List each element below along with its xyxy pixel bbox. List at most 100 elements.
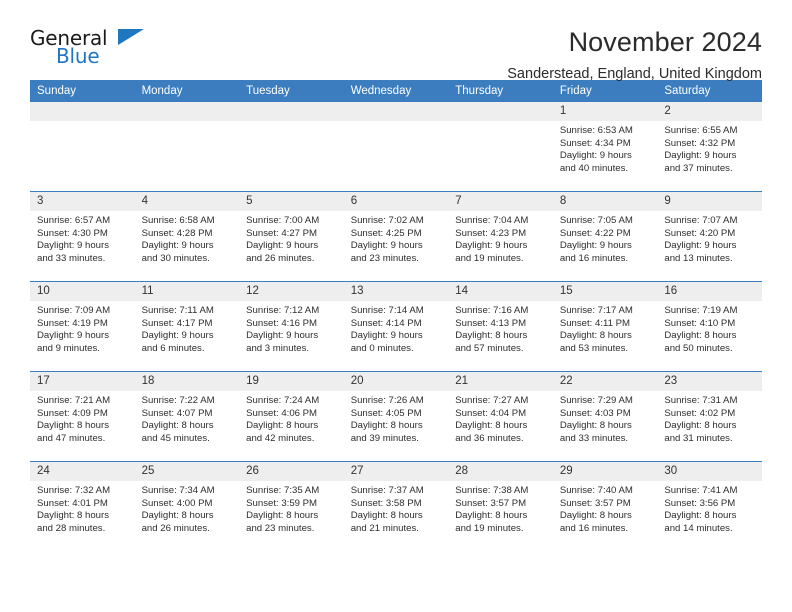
daylight-text-line1: Daylight: 8 hours: [350, 510, 423, 522]
sunrise-text: Sunrise: 7:31 AM: [664, 395, 738, 406]
day-number: 8: [552, 192, 658, 211]
general-blue-logo[interactable]: General Blue: [30, 26, 145, 72]
daylight-text-line2: and 3 minutes.: [246, 342, 310, 354]
day-number: 19: [239, 372, 344, 391]
calendar-day-cell[interactable]: 25 Sunrise: 7:34 AM Sunset: 4:00 PM Dayligh…: [134, 461, 240, 551]
day-number: 28: [448, 462, 553, 481]
day-number: 9: [657, 192, 762, 211]
sunrise-text: Sunrise: 7:19 AM: [664, 305, 738, 316]
day-details: Sunrise: 7:17 AM Sunset: 4:11 PM Daylight:…: [553, 301, 658, 355]
calendar-day-cell[interactable]: 24 Sunrise: 7:32 AM Sunset: 4:01 PM Dayligh…: [30, 461, 135, 551]
day-number: 24: [30, 462, 135, 481]
day-details: Sunrise: 7:35 AM Sunset: 3:59 PM Daylight:…: [239, 481, 344, 535]
day-number: 12: [239, 282, 344, 301]
calendar-day-cell[interactable]: 29 Sunrise: 7:40 AM Sunset: 3:57 PM Dayligh…: [552, 461, 658, 551]
sunrise-text: Sunrise: 7:21 AM: [37, 395, 111, 406]
daylight-text-line2: and 30 minutes.: [141, 252, 210, 264]
daylight-text-line2: and 26 minutes.: [141, 522, 210, 534]
daylight-text-line1: Daylight: 8 hours: [455, 420, 528, 432]
day-number: 16: [657, 282, 762, 301]
daylight-text-line1: Daylight: 8 hours: [246, 510, 319, 522]
sunset-text: Sunset: 4:34 PM: [559, 137, 631, 149]
sunrise-text: Sunrise: 7:40 AM: [559, 485, 633, 496]
daylight-text-line1: Daylight: 8 hours: [141, 420, 214, 432]
calendar-day-cell[interactable]: 22 Sunrise: 7:29 AM Sunset: 4:03 PM Dayligh…: [552, 371, 658, 462]
calendar-week-row: 24 Sunrise: 7:32 AM Sunset: 4:01 PM Dayligh…: [30, 461, 762, 551]
logo-text-blue: Blue: [56, 44, 100, 68]
calendar-day-cell[interactable]: 19 Sunrise: 7:24 AM Sunset: 4:06 PM Dayligh…: [239, 371, 344, 462]
daylight-text-line1: Daylight: 8 hours: [455, 510, 528, 522]
sunset-text: Sunset: 4:30 PM: [37, 227, 108, 239]
daylight-text-line1: Daylight: 8 hours: [664, 510, 737, 522]
day-details: Sunrise: 6:57 AM Sunset: 4:30 PM Daylight:…: [30, 211, 135, 265]
calendar-day-cell[interactable]: 6 Sunrise: 7:02 AM Sunset: 4:25 PM Daylight…: [343, 191, 449, 282]
calendar-day-cell[interactable]: 17 Sunrise: 7:21 AM Sunset: 4:09 PM Dayligh…: [30, 371, 135, 462]
calendar-day-cell[interactable]: 16 Sunrise: 7:19 AM Sunset: 4:10 PM Dayligh…: [657, 281, 762, 372]
daylight-text-line1: Daylight: 8 hours: [664, 420, 737, 432]
calendar-day-cell[interactable]: 11 Sunrise: 7:11 AM Sunset: 4:17 PM Dayligh…: [134, 281, 240, 372]
sunrise-text: Sunrise: 7:22 AM: [141, 395, 215, 406]
calendar-day-cell[interactable]: 4 Sunrise: 6:58 AM Sunset: 4:28 PM Daylight…: [134, 191, 240, 282]
sunrise-text: Sunrise: 7:35 AM: [246, 485, 320, 496]
calendar-day-cell[interactable]: 14 Sunrise: 7:16 AM Sunset: 4:13 PM Dayligh…: [448, 281, 553, 372]
calendar-day-cell[interactable]: 27 Sunrise: 7:37 AM Sunset: 3:58 PM Dayligh…: [343, 461, 449, 551]
day-number: [134, 102, 240, 121]
calendar-day-cell[interactable]: 20 Sunrise: 7:26 AM Sunset: 4:05 PM Dayligh…: [343, 371, 449, 462]
day-number: 30: [657, 462, 762, 481]
day-number: 21: [448, 372, 553, 391]
daylight-text-line1: Daylight: 9 hours: [246, 330, 319, 342]
day-number: 7: [448, 192, 553, 211]
day-details: Sunrise: 7:34 AM Sunset: 4:00 PM Daylight:…: [135, 481, 240, 535]
sunset-text: Sunset: 4:32 PM: [664, 137, 736, 149]
calendar-day-cell[interactable]: 8 Sunrise: 7:05 AM Sunset: 4:22 PM Daylight…: [552, 191, 658, 282]
day-details: Sunrise: 7:32 AM Sunset: 4:01 PM Daylight:…: [30, 481, 135, 535]
calendar-day-cell[interactable]: 26 Sunrise: 7:35 AM Sunset: 3:59 PM Dayligh…: [239, 461, 344, 551]
daylight-text-line1: Daylight: 9 hours: [664, 240, 737, 252]
calendar-day-cell[interactable]: 30 Sunrise: 7:41 AM Sunset: 3:56 PM Dayligh…: [657, 461, 762, 551]
day-details: Sunrise: 7:21 AM Sunset: 4:09 PM Daylight:…: [30, 391, 135, 445]
daylight-text-line1: Daylight: 9 hours: [559, 240, 632, 252]
daylight-text-line2: and 33 minutes.: [37, 252, 106, 264]
day-details: Sunrise: 7:05 AM Sunset: 4:22 PM Daylight:…: [553, 211, 658, 265]
daylight-text-line2: and 0 minutes.: [350, 342, 414, 354]
calendar-day-cell[interactable]: 7 Sunrise: 7:04 AM Sunset: 4:23 PM Daylight…: [448, 191, 553, 282]
day-number: 11: [134, 282, 240, 301]
calendar-day-cell[interactable]: 23 Sunrise: 7:31 AM Sunset: 4:02 PM Dayligh…: [657, 371, 762, 462]
calendar-day-cell[interactable]: 15 Sunrise: 7:17 AM Sunset: 4:11 PM Dayligh…: [552, 281, 658, 372]
sunrise-text: Sunrise: 7:38 AM: [455, 485, 529, 496]
sunrise-text: Sunrise: 7:05 AM: [559, 215, 633, 226]
daylight-text-line2: and 16 minutes.: [559, 522, 629, 534]
sunset-text: Sunset: 3:58 PM: [350, 497, 422, 509]
sunset-text: Sunset: 4:03 PM: [559, 407, 631, 419]
day-number: 1: [552, 102, 658, 121]
sunrise-text: Sunrise: 6:57 AM: [37, 215, 111, 226]
calendar-day-cell[interactable]: 12 Sunrise: 7:12 AM Sunset: 4:16 PM Dayligh…: [239, 281, 344, 372]
calendar-day-cell[interactable]: 1 Sunrise: 6:53 AM Sunset: 4:34 PM Daylight…: [552, 102, 658, 192]
sunset-text: Sunset: 4:04 PM: [455, 407, 527, 419]
sunset-text: Sunset: 3:57 PM: [559, 497, 631, 509]
calendar-day-cell[interactable]: 3 Sunrise: 6:57 AM Sunset: 4:30 PM Daylight…: [30, 191, 135, 282]
calendar-day-cell[interactable]: 13 Sunrise: 7:14 AM Sunset: 4:14 PM Dayligh…: [343, 281, 449, 372]
calendar-day-cell[interactable]: 2 Sunrise: 6:55 AM Sunset: 4:32 PM Daylight…: [657, 102, 762, 192]
day-details: Sunrise: 7:38 AM Sunset: 3:57 PM Daylight:…: [448, 481, 553, 535]
calendar-day-cell[interactable]: 28 Sunrise: 7:38 AM Sunset: 3:57 PM Dayligh…: [448, 461, 553, 551]
calendar-day-cell[interactable]: 21 Sunrise: 7:27 AM Sunset: 4:04 PM Dayligh…: [448, 371, 553, 462]
day-details: Sunrise: 7:16 AM Sunset: 4:13 PM Daylight:…: [448, 301, 553, 355]
calendar-day-cell[interactable]: 5 Sunrise: 7:00 AM Sunset: 4:27 PM Daylight…: [239, 191, 344, 282]
sunrise-text: Sunrise: 7:41 AM: [664, 485, 738, 496]
calendar-day-cell[interactable]: 10 Sunrise: 7:09 AM Sunset: 4:19 PM Dayligh…: [30, 281, 135, 372]
sunrise-text: Sunrise: 7:27 AM: [455, 395, 529, 406]
day-details: Sunrise: 7:22 AM Sunset: 4:07 PM Daylight:…: [135, 391, 240, 445]
day-details: Sunrise: 7:40 AM Sunset: 3:57 PM Daylight:…: [553, 481, 658, 535]
calendar-cell-empty: [134, 102, 240, 192]
sunrise-text: Sunrise: 6:53 AM: [559, 125, 633, 136]
daylight-text-line2: and 6 minutes.: [141, 342, 205, 354]
calendar-day-cell[interactable]: 18 Sunrise: 7:22 AM Sunset: 4:07 PM Dayligh…: [134, 371, 240, 462]
daylight-text-line2: and 19 minutes.: [455, 252, 524, 264]
daylight-text-line1: Daylight: 9 hours: [141, 240, 214, 252]
daylight-text-line2: and 23 minutes.: [246, 522, 315, 534]
calendar-week-row: 1 Sunrise: 6:53 AM Sunset: 4:34 PM Daylight…: [30, 102, 762, 192]
sunrise-text: Sunrise: 7:32 AM: [37, 485, 111, 496]
daylight-text-line1: Daylight: 8 hours: [455, 330, 528, 342]
calendar-day-cell[interactable]: 9 Sunrise: 7:07 AM Sunset: 4:20 PM Daylight…: [657, 191, 762, 282]
